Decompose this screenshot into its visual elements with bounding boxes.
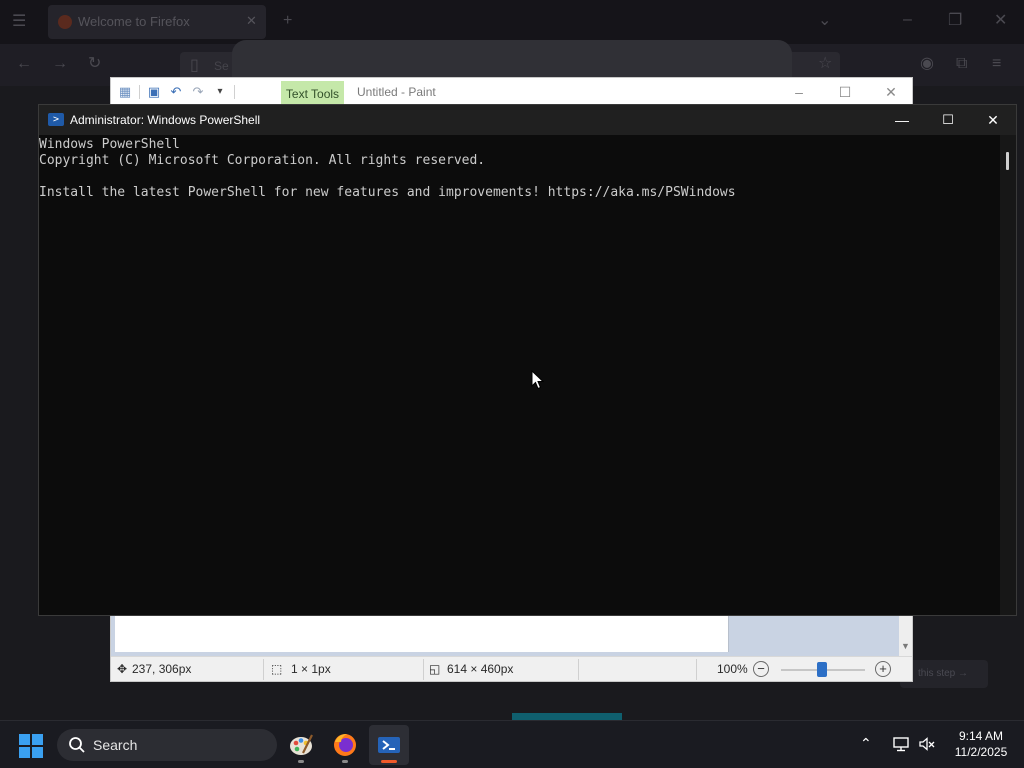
chevron-down-icon[interactable]: ⌄: [818, 13, 831, 29]
firefox-step-label: this step →: [918, 668, 969, 679]
extensions-icon[interactable]: ⧉: [956, 56, 967, 72]
menu-icon[interactable]: ≡: [992, 56, 1001, 72]
console-line: Windows PowerShell: [39, 137, 180, 152]
zoom-out-icon[interactable]: −: [753, 661, 769, 677]
paint-app-icon: [290, 734, 313, 755]
desktop: ☰ Welcome to Firefox ✕ + ⌄ – ❐ ✕ ← → ↻ ▯…: [0, 0, 1024, 768]
console-line: Copyright (C) Microsoft Corporation. All…: [39, 153, 486, 168]
powershell-console[interactable]: Windows PowerShell Copyright (C) Microsof…: [39, 135, 999, 615]
maximize-icon[interactable]: ☐: [925, 105, 971, 135]
powershell-window: > Administrator: Windows PowerShell — ☐ …: [38, 104, 1017, 616]
status-divider: [263, 659, 264, 680]
forward-icon[interactable]: →: [52, 56, 68, 72]
redo-icon[interactable]: ↷: [190, 84, 206, 100]
selection-size-icon: ⬚: [271, 662, 283, 676]
maximize-icon[interactable]: ☐: [830, 82, 860, 102]
reload-icon[interactable]: ↻: [88, 56, 101, 72]
running-indicator: [342, 760, 348, 763]
paint-title-bar: ▦ ▣ ↶ ↷ ▾ Text Tools Untitled - Paint – …: [111, 78, 912, 107]
taskbar-search[interactable]: Search: [57, 729, 277, 761]
mouse-pointer-icon: [531, 370, 545, 390]
cursor-position-icon: ✥: [117, 662, 128, 676]
windows-start-icon[interactable]: [18, 733, 44, 759]
console-scrollbar[interactable]: [1000, 135, 1016, 615]
close-icon[interactable]: ✕: [970, 105, 1016, 135]
show-hidden-icons-chevron-icon[interactable]: ⌃: [860, 735, 872, 752]
taskbar-firefox[interactable]: [325, 725, 365, 765]
active-indicator: [381, 760, 397, 763]
running-indicator: [298, 760, 304, 763]
taskbar: Search ⌃ 9:14 AM 11/2/2025: [0, 720, 1024, 768]
status-divider: [578, 659, 579, 680]
firefox-tab-title: Welcome to Firefox: [78, 14, 190, 29]
powershell-app-icon: [378, 737, 400, 753]
zoom-in-icon[interactable]: +: [875, 661, 891, 677]
paint-app-icon[interactable]: ▦: [117, 84, 133, 100]
powershell-title-bar: > Administrator: Windows PowerShell — ☐ …: [39, 105, 1016, 135]
taskbar-powershell[interactable]: [369, 725, 409, 765]
firefox-tab-bar: ☰ Welcome to Firefox ✕ + ⌄ – ❐ ✕: [0, 0, 1024, 44]
new-tab-icon[interactable]: +: [283, 13, 292, 29]
minimize-icon[interactable]: –: [784, 82, 814, 102]
status-divider: [423, 659, 424, 680]
powershell-icon[interactable]: >: [48, 113, 64, 126]
bookmark-star-icon[interactable]: ☆: [818, 56, 832, 72]
zoom-slider-thumb[interactable]: [817, 662, 827, 677]
account-icon[interactable]: ◉: [920, 56, 934, 72]
selection-size: 1 × 1px: [291, 662, 331, 676]
close-tab-icon[interactable]: ✕: [246, 13, 257, 29]
canvas-size: 614 × 460px: [447, 662, 514, 676]
console-scroll-thumb[interactable]: [1006, 152, 1009, 170]
paint-status-bar: ✥ 237, 306px ⬚ 1 × 1px ◱ 614 × 460px 100…: [111, 656, 912, 681]
firefox-favicon-icon: [58, 15, 72, 29]
taskbar-paint[interactable]: [281, 725, 321, 765]
url-text: Se: [214, 59, 229, 73]
search-icon: [69, 737, 85, 753]
maximize-icon[interactable]: ❐: [948, 13, 962, 29]
clock-date: 11/2/2025: [954, 745, 1008, 759]
minimize-icon[interactable]: —: [879, 105, 925, 135]
tab-list-icon[interactable]: ☰: [12, 14, 26, 30]
network-icon[interactable]: [892, 735, 910, 753]
qat-divider: [139, 85, 140, 99]
console-line: Install the latest PowerShell for new fe…: [39, 185, 736, 200]
save-icon[interactable]: ▣: [146, 84, 162, 100]
close-icon[interactable]: ✕: [994, 13, 1007, 29]
status-divider: [696, 659, 697, 680]
customize-qat-icon[interactable]: ▾: [212, 84, 228, 100]
minimize-icon[interactable]: –: [903, 12, 912, 28]
zoom-level: 100%: [717, 662, 748, 676]
undo-icon[interactable]: ↶: [168, 84, 184, 100]
system-clock[interactable]: 9:14 AM 11/2/2025: [944, 728, 1018, 760]
qat-divider: [234, 85, 235, 99]
paint-window-title: Untitled - Paint: [357, 85, 436, 99]
firefox-tab[interactable]: Welcome to Firefox ✕: [48, 5, 266, 39]
firefox-app-icon: [334, 734, 356, 756]
volume-muted-icon[interactable]: [918, 735, 936, 753]
search-placeholder: Search: [93, 737, 138, 753]
page-icon: ▯: [190, 57, 199, 74]
back-icon[interactable]: ←: [16, 56, 32, 72]
canvas-size-icon: ◱: [429, 662, 441, 676]
firefox-welcome-panel: [232, 40, 792, 80]
quick-access-toolbar: ▦ ▣ ↶ ↷ ▾: [117, 84, 235, 100]
scroll-down-icon[interactable]: ▼: [901, 641, 910, 651]
firefox-progress-bar: [512, 713, 622, 720]
firefox-step-button[interactable]: this step →: [900, 660, 988, 688]
cursor-position: 237, 306px: [132, 662, 192, 676]
powershell-window-title: Administrator: Windows PowerShell: [70, 113, 261, 127]
close-icon[interactable]: ✕: [876, 82, 906, 102]
clock-time: 9:14 AM: [958, 729, 1004, 743]
